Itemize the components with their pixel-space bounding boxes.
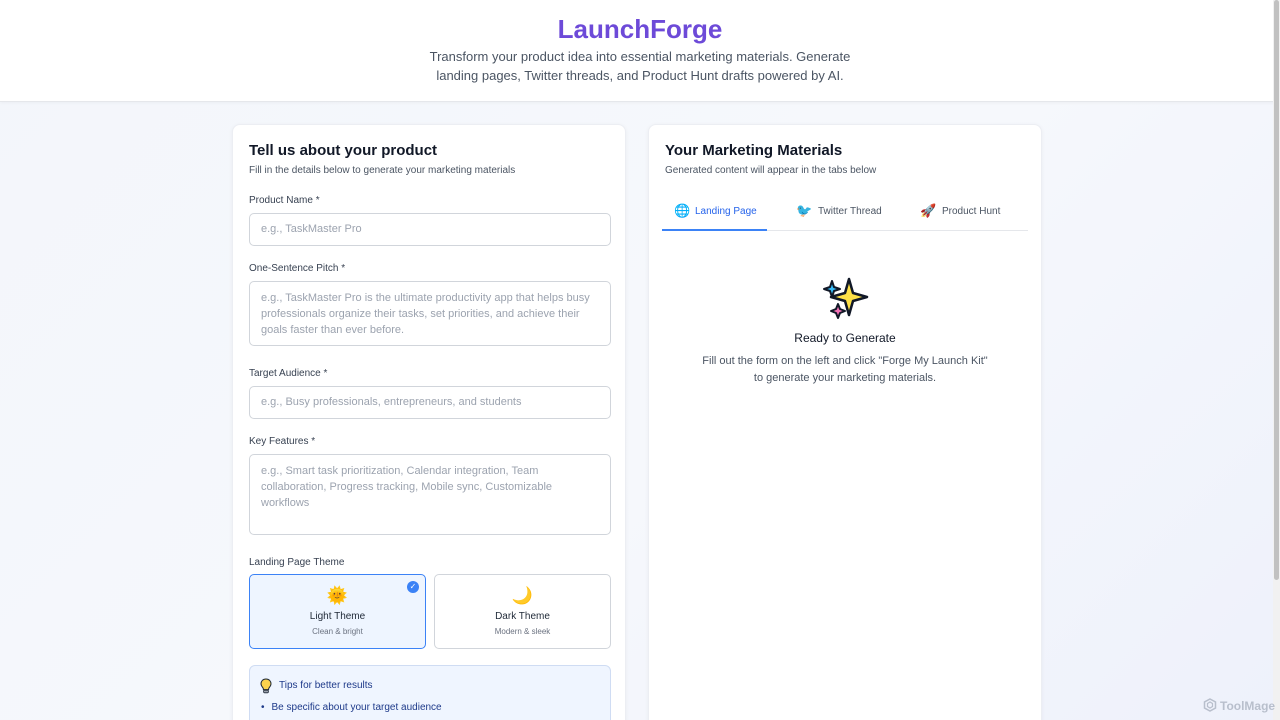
output-card: Your Marketing Materials Generated conte… — [648, 124, 1042, 720]
dark-theme-desc: Modern & sleek — [494, 627, 551, 636]
rocket-icon: 🚀 — [920, 203, 937, 218]
check-icon: ✓ — [407, 581, 419, 593]
light-theme-desc: Clean & bright — [312, 627, 363, 636]
watermark: ToolMage — [1203, 698, 1275, 713]
tip-item: Be specific about your target audience — [261, 702, 442, 713]
output-subtitle: Generated content will appear in the tab… — [665, 165, 877, 176]
features-textarea[interactable]: e.g., Smart task prioritization, Calenda… — [249, 454, 611, 535]
tips-box: Tips for better results Be specific abou… — [249, 665, 611, 720]
audience-label: Target Audience * — [249, 368, 328, 379]
product-name-input[interactable]: e.g., TaskMaster Pro — [249, 213, 611, 246]
bird-icon: 🐦 — [796, 203, 813, 218]
form-title: Tell us about your product — [249, 142, 438, 159]
theme-label: Landing Page Theme — [249, 557, 345, 568]
tips-title: Tips for better results — [279, 680, 373, 691]
sparkles-icon — [649, 275, 1041, 328]
output-tabs: 🌐 Landing Page 🐦 Twitter Thread 🚀 Produc… — [662, 197, 1028, 231]
toolmage-logo-icon — [1203, 698, 1217, 712]
sun-icon: 🌞 — [326, 586, 349, 605]
app-title: LaunchForge — [557, 14, 723, 44]
empty-state-title: Ready to Generate — [794, 331, 896, 345]
tab-twitter-thread[interactable]: 🐦 Twitter Thread — [796, 197, 886, 231]
tab-product-hunt[interactable]: 🚀 Product Hunt — [920, 197, 1010, 231]
dark-theme-name: Dark Theme — [495, 611, 550, 622]
page-scrollbar-thumb[interactable] — [1274, 0, 1279, 580]
pitch-label: One-Sentence Pitch * — [249, 263, 346, 274]
tab-landing-page[interactable]: 🌐 Landing Page — [662, 197, 767, 231]
product-name-label: Product Name * — [249, 195, 320, 206]
light-theme-name: Light Theme — [309, 611, 366, 622]
product-name-placeholder: e.g., TaskMaster Pro — [261, 223, 362, 235]
tab-twitter-thread-label: Twitter Thread — [818, 206, 882, 217]
pitch-placeholder: e.g., TaskMaster Pro is the ultimate pro… — [261, 292, 590, 336]
output-title: Your Marketing Materials — [665, 142, 843, 159]
features-placeholder: e.g., Smart task prioritization, Calenda… — [261, 465, 553, 509]
audience-placeholder: e.g., Busy professionals, entrepreneurs,… — [261, 396, 522, 408]
empty-state-description: Fill out the form on the left and click … — [702, 355, 988, 384]
pitch-textarea[interactable]: e.g., TaskMaster Pro is the ultimate pro… — [249, 281, 611, 346]
app-subtitle: Transform your product idea into essenti… — [429, 49, 851, 83]
tab-product-hunt-label: Product Hunt — [942, 206, 1001, 217]
lightbulb-icon — [260, 678, 272, 698]
globe-icon: 🌐 — [674, 203, 691, 218]
audience-input[interactable]: e.g., Busy professionals, entrepreneurs,… — [249, 386, 611, 419]
app-header: LaunchForge Transform your product idea … — [0, 0, 1280, 102]
light-theme-option[interactable]: 🌞 Light Theme Clean & bright ✓ — [249, 574, 426, 649]
product-form-card: Tell us about your product Fill in the d… — [232, 124, 626, 720]
tab-landing-page-label: Landing Page — [695, 206, 757, 217]
moon-icon: 🌙 — [511, 586, 534, 605]
features-label: Key Features * — [249, 436, 316, 447]
form-subtitle: Fill in the details below to generate yo… — [249, 165, 516, 176]
dark-theme-option[interactable]: 🌙 Dark Theme Modern & sleek — [434, 574, 611, 649]
watermark-text: ToolMage — [1220, 699, 1276, 713]
